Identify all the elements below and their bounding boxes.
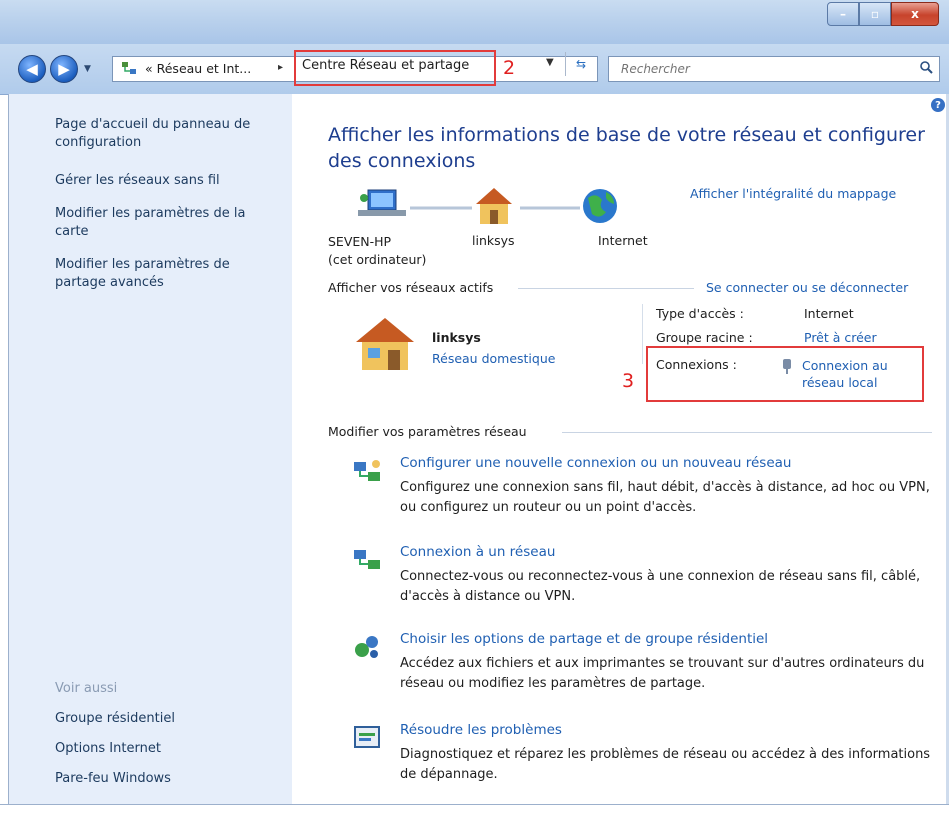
page-title: Afficher les informations de base de vot… <box>328 124 925 172</box>
home-network-icon <box>356 318 414 370</box>
local-area-connection-line2[interactable]: réseau local <box>802 375 877 390</box>
internet-globe-icon <box>583 189 617 223</box>
sidebar-item-windows-firewall[interactable]: Pare-feu Windows <box>55 770 270 788</box>
active-networks-heading: Afficher vos réseaux actifs <box>328 280 494 295</box>
see-also-heading: Voir aussi <box>55 681 118 696</box>
divider <box>518 288 694 289</box>
main-content: ? Afficher les informations de base de v… <box>292 94 949 804</box>
maximize-button[interactable]: ▫ <box>859 2 891 26</box>
sidebar-item-advanced-sharing[interactable]: Modifier les paramètres de partage avanc… <box>55 256 270 292</box>
sidebar-item-internet-options[interactable]: Options Internet <box>55 740 270 758</box>
forward-button[interactable]: ▶ <box>50 55 78 83</box>
change-settings-heading: Modifier vos paramètres réseau <box>328 424 527 439</box>
minimize-button[interactable]: – <box>827 2 859 26</box>
address-history-chevron-down-icon[interactable]: ▼ <box>546 57 554 68</box>
node-computer-sub: (cet ordinateur) <box>328 252 427 267</box>
homegroup-link[interactable]: Prêt à créer <box>804 330 877 345</box>
task-connect-network-desc: Connectez-vous ou reconnectez-vous à une… <box>400 569 921 604</box>
title-bar: – ▫ x <box>0 0 949 44</box>
window-controls: – ▫ x <box>827 2 939 26</box>
ethernet-plug-icon <box>783 359 791 374</box>
task-new-connection-link[interactable]: Configurer une nouvelle connexion ou un … <box>400 455 791 471</box>
annotation-number: 2 <box>503 57 516 79</box>
network-map <box>358 188 617 224</box>
recent-pages-chevron-down-icon[interactable]: ▼ <box>84 64 91 74</box>
router-house-icon <box>476 188 512 224</box>
sidebar-item-adapter-settings[interactable]: Modifier les paramètres de la carte <box>55 205 270 241</box>
view-full-map-link[interactable]: Afficher l'intégralité du mappage <box>690 186 896 201</box>
network-icon <box>122 62 136 74</box>
search-input[interactable] <box>619 59 913 79</box>
vertical-divider <box>642 304 643 364</box>
node-router-label: linksys <box>472 233 515 248</box>
node-computer-name: SEVEN-HP <box>328 234 392 249</box>
sidebar-item-manage-wireless[interactable]: Gérer les réseaux sans fil <box>55 172 270 190</box>
node-internet-label: Internet <box>598 233 648 248</box>
network-name: linksys <box>432 330 481 345</box>
network-type-link[interactable]: Réseau domestique <box>432 351 555 366</box>
node-computer-label: SEVEN-HP (cet ordinateur) <box>328 233 426 269</box>
local-area-connection-line1[interactable]: Connexion au <box>802 358 888 373</box>
task-troubleshoot-desc: Diagnostiquez et réparez les problèmes d… <box>400 747 931 782</box>
search-box[interactable] <box>608 56 940 82</box>
computer-icon <box>358 189 406 216</box>
task-connect-network-link[interactable]: Connexion à un réseau <box>400 544 555 560</box>
back-button[interactable]: ◀ <box>18 55 46 83</box>
connect-network-icon <box>354 550 380 569</box>
sidebar-item-control-panel-home[interactable]: Page d'accueil du panneau de configurati… <box>55 116 270 152</box>
access-type-label: Type d'accès : <box>656 306 744 321</box>
close-button[interactable]: x <box>891 2 939 26</box>
new-connection-icon <box>354 460 380 481</box>
homegroup-label: Groupe racine : <box>656 330 753 345</box>
sharing-options-icon <box>355 636 378 658</box>
breadcrumb-separator-icon[interactable]: ▸ <box>278 62 283 73</box>
annotation-number: 3 <box>622 370 635 392</box>
task-new-connection-desc: Configurez une connexion sans fil, haut … <box>400 480 930 515</box>
search-icon[interactable] <box>919 60 933 74</box>
help-icon[interactable]: ? <box>931 98 945 112</box>
task-sharing-options-link[interactable]: Choisir les options de partage et de gro… <box>400 631 768 647</box>
troubleshoot-icon <box>354 726 380 748</box>
connect-disconnect-link[interactable]: Se connecter ou se déconnecter <box>706 280 908 295</box>
divider <box>562 432 932 433</box>
local-area-connection-link[interactable]: Connexion au réseau local <box>802 357 888 391</box>
connections-label: Connexions : <box>656 357 737 372</box>
access-type-value: Internet <box>804 306 854 321</box>
sidebar-item-homegroup[interactable]: Groupe résidentiel <box>55 710 270 728</box>
window-bottom-border <box>0 804 949 819</box>
annotation-highlight-breadcrumb <box>294 50 496 86</box>
task-sharing-options-desc: Accédez aux fichiers et aux imprimantes … <box>400 656 925 691</box>
breadcrumb-parent[interactable]: « Réseau et Int... <box>145 61 251 76</box>
task-troubleshoot-link[interactable]: Résoudre les problèmes <box>400 722 562 738</box>
task-pane: Page d'accueil du panneau de configurati… <box>8 94 293 804</box>
network-sharing-center-window: – ▫ x ◀ ▶ ▼ « Réseau et Int... ▸ Centre … <box>0 0 949 819</box>
refresh-icon[interactable]: ⇆ <box>565 52 596 76</box>
